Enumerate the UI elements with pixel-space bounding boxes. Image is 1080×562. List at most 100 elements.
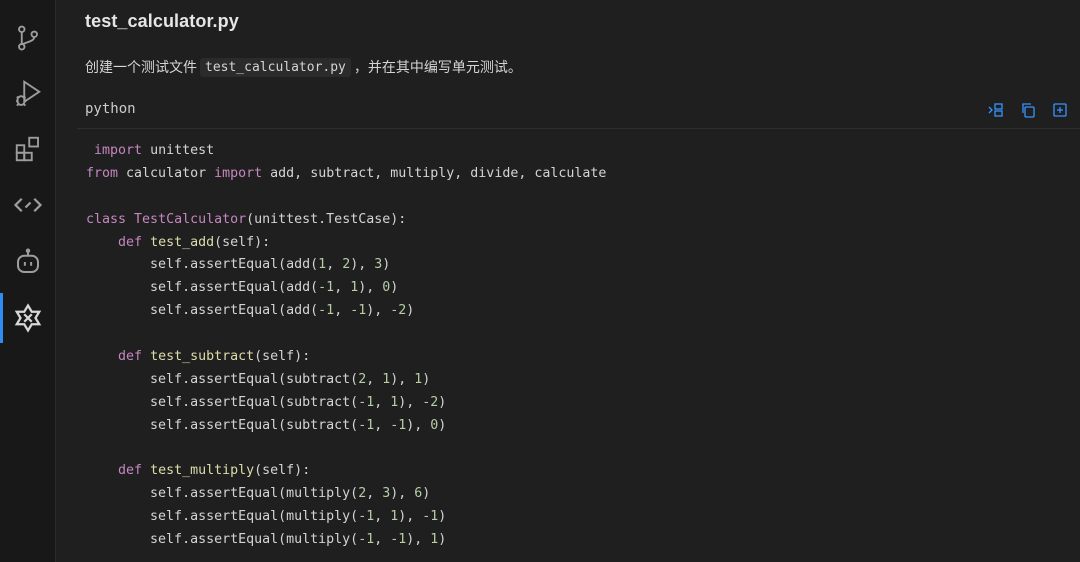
- inline-code-filename: test_calculator.py: [200, 57, 351, 77]
- insert-at-cursor-icon[interactable]: [986, 100, 1006, 120]
- code-line: def test_multiply(self):: [86, 460, 606, 483]
- code-token: (unittest.TestCase):: [246, 211, 407, 227]
- code-token: self.assertEqual(add(: [86, 303, 319, 319]
- code-token: ,: [374, 417, 391, 433]
- extensions-icon[interactable]: [0, 124, 56, 174]
- code-block-header: python: [77, 94, 1080, 129]
- code-token: -1: [390, 417, 407, 433]
- code-line: def test_subtract(self):: [86, 346, 606, 369]
- code-token: ),: [390, 486, 415, 502]
- code-token: ),: [398, 509, 423, 525]
- code-token: -2: [422, 394, 439, 410]
- code-line: import unittest: [86, 140, 606, 163]
- code-line: self.assertEqual(subtract(-1, 1), -2): [86, 392, 606, 415]
- code-token: ): [438, 417, 447, 433]
- run-debug-icon[interactable]: [0, 68, 56, 118]
- new-file-icon[interactable]: [1050, 100, 1070, 120]
- code-token: from: [86, 165, 119, 181]
- code-token: self.assertEqual(add(: [86, 257, 319, 273]
- code-token: import: [214, 165, 263, 181]
- code-token: -2: [390, 303, 407, 319]
- code-token: ): [406, 303, 415, 319]
- code-line: from calculator import add, subtract, mu…: [86, 163, 606, 186]
- description-prefix: 创建一个测试文件: [85, 60, 197, 76]
- activity-bar: [0, 0, 56, 562]
- code-lines: import unittest from calculator import ad…: [86, 140, 606, 552]
- code-token: self.assertEqual(multiply(: [86, 486, 359, 502]
- code-token: ),: [406, 417, 431, 433]
- code-token: -1: [422, 509, 439, 525]
- code-token: self.assertEqual(multiply(: [86, 509, 359, 525]
- code-token: -1: [390, 532, 407, 548]
- code-line: class TestCalculator(unittest.TestCase):: [86, 209, 606, 232]
- code-token: ),: [358, 280, 383, 296]
- code-token: ),: [390, 371, 415, 387]
- code-token: self.assertEqual(subtract(: [86, 417, 359, 433]
- code-actions: [986, 100, 1070, 120]
- code-token: -1: [358, 394, 375, 410]
- remote-explorer-icon[interactable]: [0, 180, 56, 230]
- code-token: ): [382, 257, 391, 273]
- code-token: ): [438, 394, 447, 410]
- code-token: import: [94, 143, 143, 158]
- code-token: 2: [358, 371, 367, 387]
- copilot-bot-icon[interactable]: [0, 237, 56, 287]
- code-token: ),: [366, 303, 391, 319]
- code-token: def: [118, 349, 143, 365]
- code-token: test_add: [150, 234, 215, 250]
- language-label: python: [85, 101, 136, 117]
- ai-assistant-icon[interactable]: [0, 293, 56, 343]
- code-token: def: [118, 463, 143, 479]
- code-token: test_multiply: [150, 463, 255, 479]
- code-token: test_subtract: [150, 349, 255, 365]
- code-token: -1: [358, 417, 375, 433]
- code-token: (self):: [214, 234, 271, 250]
- code-token: ,: [326, 257, 343, 273]
- description-suffix: ，并在其中编写单元测试。: [353, 60, 522, 76]
- file-title: test_calculator.py: [85, 11, 239, 31]
- code-line: self.assertEqual(add(-1, 1), 0): [86, 277, 606, 300]
- code-line: self.assertEqual(subtract(2, 1), 1): [86, 369, 606, 392]
- code-token: ,: [366, 486, 383, 502]
- code-token: -1: [318, 280, 335, 296]
- chat-panel: test_calculator.py 创建一个测试文件 test_calcula…: [57, 0, 1080, 562]
- code-token: ,: [334, 303, 351, 319]
- code-token: ),: [398, 394, 423, 410]
- code-token: add, subtract, multiply, divide, calcula…: [262, 165, 607, 181]
- code-token: 1: [318, 257, 327, 273]
- code-token: -1: [350, 303, 367, 319]
- description: 创建一个测试文件 test_calculator.py ，并在其中编写单元测试。: [85, 56, 522, 78]
- code-token: def: [118, 234, 143, 250]
- code-token: self.assertEqual(multiply(: [86, 532, 359, 548]
- code-line: self.assertEqual(multiply(-1, 1), -1): [86, 506, 606, 529]
- code-token: ,: [374, 509, 391, 525]
- code-token: self.assertEqual(subtract(: [86, 394, 359, 410]
- code-token: self.assertEqual(add(: [86, 280, 319, 296]
- code-line: self.assertEqual(multiply(2, 3), 6): [86, 483, 606, 506]
- code-token: 2: [358, 486, 367, 502]
- code-token: self.assertEqual(subtract(: [86, 371, 359, 387]
- source-control-icon[interactable]: [0, 13, 56, 63]
- code-token: -1: [358, 532, 375, 548]
- code-token: -1: [358, 509, 375, 525]
- code-line: def test_add(self):: [86, 232, 606, 255]
- code-line: self.assertEqual(multiply(-1, -1), 1): [86, 529, 606, 552]
- code-line: self.assertEqual(add(1, 2), 3): [86, 254, 606, 277]
- code-token: calculator: [118, 165, 215, 181]
- code-block: python import unittest from calculator i…: [77, 94, 1080, 562]
- code-token: ,: [366, 371, 383, 387]
- code-token: -1: [318, 303, 335, 319]
- code-token: ,: [334, 280, 351, 296]
- code-token: ,: [374, 532, 391, 548]
- code-token: (self):: [254, 349, 311, 365]
- copy-icon[interactable]: [1018, 100, 1038, 120]
